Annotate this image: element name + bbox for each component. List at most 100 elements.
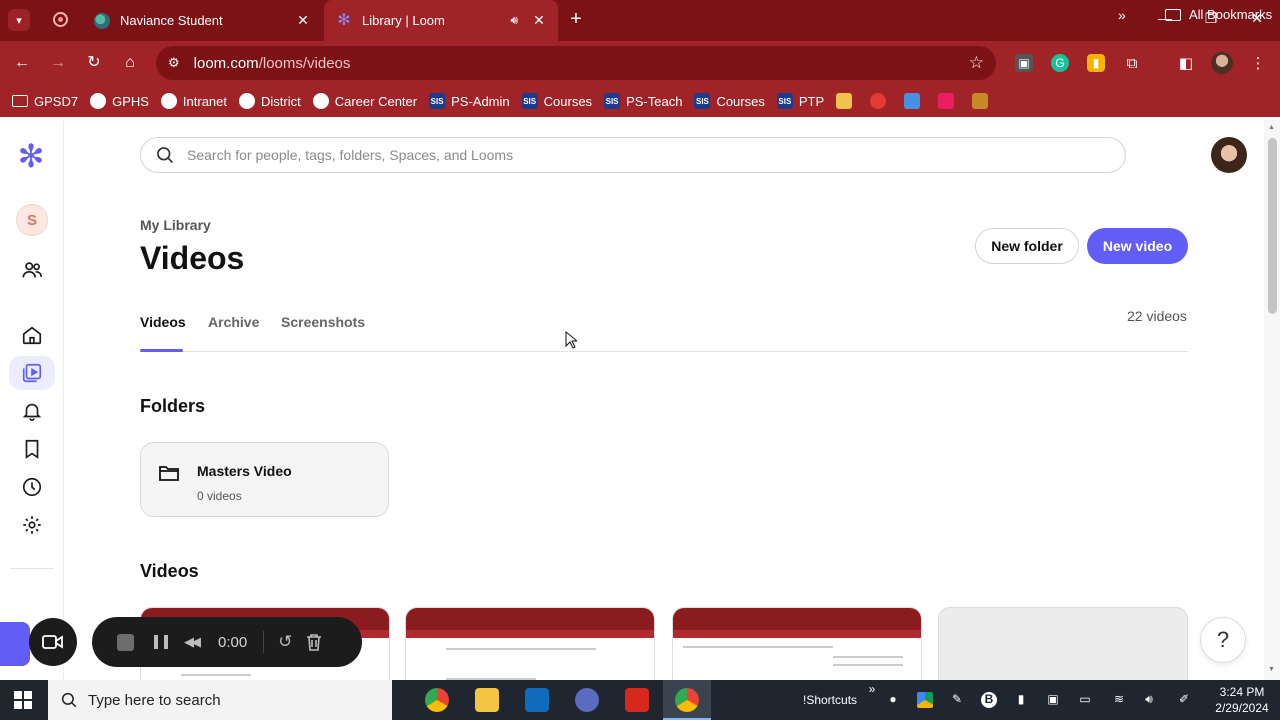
extensions-puzzle-icon[interactable]: ⧉ xyxy=(1123,54,1141,72)
bookmark-item[interactable]: Career Center xyxy=(312,93,417,109)
bookmark-item[interactable]: SIS Courses xyxy=(694,93,765,109)
user-avatar[interactable] xyxy=(1211,137,1247,173)
clock-date: 2/29/2024 xyxy=(1215,701,1269,715)
help-button[interactable]: ? xyxy=(1200,617,1246,663)
new-tab-button[interactable]: + xyxy=(566,8,586,31)
tab-naviance-student[interactable]: Naviance Student ✕ xyxy=(82,0,322,41)
scrollbar-thumb[interactable] xyxy=(1268,138,1277,314)
scroll-up-icon[interactable]: ▲ xyxy=(1268,124,1275,131)
loom-logo-icon[interactable]: ✻ xyxy=(14,139,48,173)
bookmark-favicon-icon[interactable] xyxy=(870,93,892,109)
bookmark-icon[interactable] xyxy=(20,437,44,461)
reload-icon[interactable]: ↻ xyxy=(83,52,105,74)
gear-icon[interactable] xyxy=(20,513,44,537)
bookmarks-overflow-icon[interactable]: » xyxy=(1118,7,1126,23)
bookmark-item[interactable]: Intranet xyxy=(160,93,227,109)
bookmark-item[interactable]: GPHS xyxy=(90,93,149,109)
tab-screenshots[interactable]: Screenshots xyxy=(281,314,365,330)
address-bar[interactable]: ⚙ loom.com/looms/videos ☆ xyxy=(156,46,996,80)
bookmark-item[interactable]: SIS PS-Teach xyxy=(604,93,682,109)
close-icon[interactable]: ✕ xyxy=(294,12,312,29)
video-thumbnail[interactable] xyxy=(405,607,655,680)
side-panel-icon[interactable]: ◧ xyxy=(1177,54,1195,72)
back-icon[interactable]: ← xyxy=(11,52,33,74)
volume-icon[interactable]: 🔊︎ xyxy=(1141,692,1157,708)
recorder-tab[interactable] xyxy=(0,622,30,666)
close-icon[interactable]: ✕ xyxy=(530,12,548,29)
google-drive-icon[interactable] xyxy=(917,692,933,708)
page-scrollbar[interactable]: ▲ ▼ xyxy=(1264,120,1280,680)
tab-archive[interactable]: Archive xyxy=(208,314,259,330)
new-video-button[interactable]: New video xyxy=(1087,228,1188,264)
system-clock[interactable]: 3:24 PM 2/29/2024 xyxy=(1210,684,1274,716)
windows-start-icon[interactable] xyxy=(14,691,32,709)
new-folder-button[interactable]: New folder xyxy=(975,228,1079,264)
chrome-icon[interactable] xyxy=(425,688,449,712)
home-icon[interactable] xyxy=(20,323,44,347)
stop-recording-button[interactable] xyxy=(117,633,134,651)
globe-icon xyxy=(239,93,256,109)
more-menu-icon[interactable]: ⋮ xyxy=(1249,54,1267,72)
search-input[interactable] xyxy=(187,147,1087,163)
display-icon[interactable]: ▣ xyxy=(1045,692,1061,708)
keep-icon[interactable]: ▮ xyxy=(1087,54,1105,72)
grammarly-icon[interactable]: G xyxy=(1051,54,1069,72)
trash-icon[interactable] xyxy=(306,633,322,651)
site-info-icon[interactable]: ⚙ xyxy=(168,55,180,71)
tab-videos[interactable]: Videos xyxy=(140,314,186,330)
b-app-icon[interactable]: B xyxy=(981,692,997,708)
home-icon[interactable]: ⌂ xyxy=(119,52,141,74)
library-icon[interactable] xyxy=(9,356,55,390)
speaker-icon[interactable]: 🔊︎ xyxy=(510,13,518,28)
wifi-icon[interactable]: ≋ xyxy=(1111,692,1127,708)
sis-icon: SIS xyxy=(604,93,621,109)
usb-icon[interactable]: ▮ xyxy=(1013,692,1029,708)
shortcuts-label[interactable]: !Shortcuts xyxy=(803,693,857,707)
acrobat-icon[interactable] xyxy=(625,688,649,712)
breadcrumb[interactable]: My Library xyxy=(140,217,211,233)
tab-library-loom[interactable]: ✻ Library | Loom 🔊︎ ✕ xyxy=(324,0,558,41)
bookmark-item[interactable]: SIS PTP xyxy=(776,93,824,109)
file-explorer-icon[interactable] xyxy=(475,688,499,712)
people-icon[interactable] xyxy=(20,258,44,282)
url-text[interactable]: loom.com/looms/videos xyxy=(194,55,351,72)
app-icon[interactable] xyxy=(575,688,599,712)
browser-toolbar: ← → ↻ ⌂ ⚙ loom.com/looms/videos ☆ ▣ G ▮ … xyxy=(0,41,1280,85)
chevron-icon[interactable]: » xyxy=(864,682,880,698)
bookmark-item[interactable]: SIS PS-Admin xyxy=(429,93,510,109)
outlook-icon[interactable] xyxy=(525,688,549,712)
pen-icon[interactable]: ✎ xyxy=(949,692,965,708)
workspace-badge[interactable]: S xyxy=(16,204,48,236)
clock-icon[interactable] xyxy=(20,475,44,499)
bookmark-item[interactable]: GPSD7 xyxy=(12,94,78,109)
bell-icon[interactable] xyxy=(20,399,44,423)
bookmark-item[interactable]: SIS Courses xyxy=(521,93,592,109)
bookmark-favicon-icon[interactable] xyxy=(972,93,994,109)
battery-icon[interactable]: ▭ xyxy=(1077,692,1093,708)
bookmark-item[interactable]: District xyxy=(239,93,301,109)
restart-icon[interactable]: ↺ xyxy=(278,632,292,652)
folders-heading: Folders xyxy=(140,396,206,416)
rewind-icon[interactable]: ◀◀ xyxy=(184,634,201,650)
scroll-down-icon[interactable]: ▼ xyxy=(1268,666,1275,673)
all-bookmarks[interactable]: All Bookmarks xyxy=(1165,7,1272,22)
bookmark-favicon-icon[interactable] xyxy=(938,93,960,109)
bookmark-favicon-icon[interactable] xyxy=(836,93,858,109)
microphone-icon[interactable]: ● xyxy=(885,692,901,708)
tab-search-button[interactable]: ▾ xyxy=(8,9,30,31)
search-bar[interactable] xyxy=(140,137,1126,173)
sis-icon: SIS xyxy=(694,93,711,109)
pause-button[interactable] xyxy=(154,635,168,649)
taskbar-search[interactable]: Type here to search xyxy=(48,680,392,720)
video-thumbnail[interactable] xyxy=(672,607,922,680)
camera-toggle[interactable] xyxy=(29,618,77,666)
forward-icon[interactable]: → xyxy=(47,52,69,74)
extension-icon[interactable]: ▣ xyxy=(1015,54,1033,72)
bookmark-favicon-icon[interactable] xyxy=(904,93,926,109)
video-thumbnail[interactable] xyxy=(938,607,1188,680)
pen-workspace-icon[interactable]: ✐ xyxy=(1176,692,1192,708)
profile-avatar[interactable] xyxy=(1211,52,1233,74)
chrome-icon[interactable] xyxy=(675,688,699,712)
folder-card[interactable]: Masters Video 0 videos xyxy=(140,442,389,517)
bookmark-star-icon[interactable]: ☆ xyxy=(969,53,984,73)
